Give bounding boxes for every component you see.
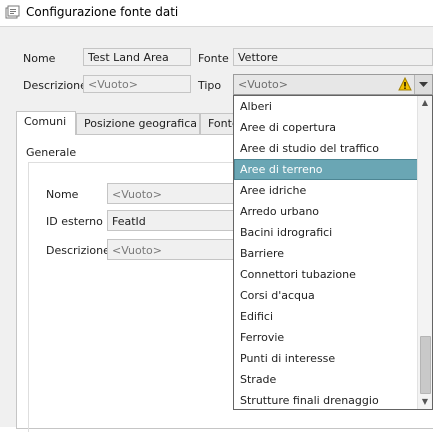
type-option[interactable]: Strutture finali drenaggio [234,390,419,411]
general-name-field[interactable]: <Vuoto> [107,183,237,204]
tab-label: Comuni [24,115,67,128]
type-option[interactable]: Ferrovie [234,327,419,348]
dropdown-scrollbar[interactable]: ▲ ▼ [417,96,432,409]
source-label: Fonte [198,52,229,65]
type-option[interactable]: Connettori tubazione [234,264,419,285]
type-option[interactable]: Alberi [234,96,419,117]
general-section-title: Generale [26,146,77,159]
warning-icon [398,77,412,91]
general-description-field[interactable]: <Vuoto> [107,239,237,260]
description-label: Descrizione [23,79,87,92]
type-option-selected[interactable]: Aree di terreno [234,159,419,180]
name-field[interactable]: Test Land Area [83,48,191,66]
type-option[interactable]: Barriere [234,243,419,264]
type-option[interactable]: Aree di studio del traffico [234,138,419,159]
tab-label: Posizione geografica [84,117,197,130]
type-combobox-value: <Vuoto> [238,78,288,91]
type-option[interactable]: Arredo urbano [234,201,419,222]
chevron-down-icon [419,82,428,87]
type-option[interactable]: Aree idriche [234,180,419,201]
scroll-up-icon[interactable]: ▲ [418,96,432,110]
description-field[interactable]: <Vuoto> [83,75,191,93]
type-option[interactable]: Edifici [234,306,419,327]
app-icon [5,5,20,19]
dialog-window: Configurazione fonte dati Nome Test Land… [0,0,433,432]
type-options: Alberi Aree di copertura Aree di studio … [234,96,419,411]
type-option[interactable]: Strade [234,369,419,390]
title-bar: Configurazione fonte dati [0,0,433,27]
type-combobox-button[interactable] [414,75,432,94]
type-option[interactable]: Bacini idrografici [234,222,419,243]
type-combobox[interactable]: <Vuoto> [233,74,433,95]
external-id-label: ID esterno [46,215,103,228]
scrollbar-thumb[interactable] [420,336,431,394]
type-option[interactable]: Punti di interesse [234,348,419,369]
name-label: Nome [23,52,56,65]
type-option[interactable]: Corsi d'acqua [234,285,419,306]
type-label: Tipo [198,79,222,92]
external-id-field[interactable]: FeatId [107,210,237,231]
scroll-down-icon[interactable]: ▼ [418,395,432,409]
general-description-label: Descrizione [46,244,110,257]
general-name-label: Nome [46,188,79,201]
tab-posizione-geografica[interactable]: Posizione geografica [76,113,200,135]
type-option[interactable]: Aree di copertura [234,117,419,138]
tab-comuni[interactable]: Comuni [16,111,76,135]
window-title: Configurazione fonte dati [26,5,179,19]
source-field[interactable]: Vettore [233,48,433,66]
type-dropdown-list[interactable]: Alberi Aree di copertura Aree di studio … [233,95,433,410]
